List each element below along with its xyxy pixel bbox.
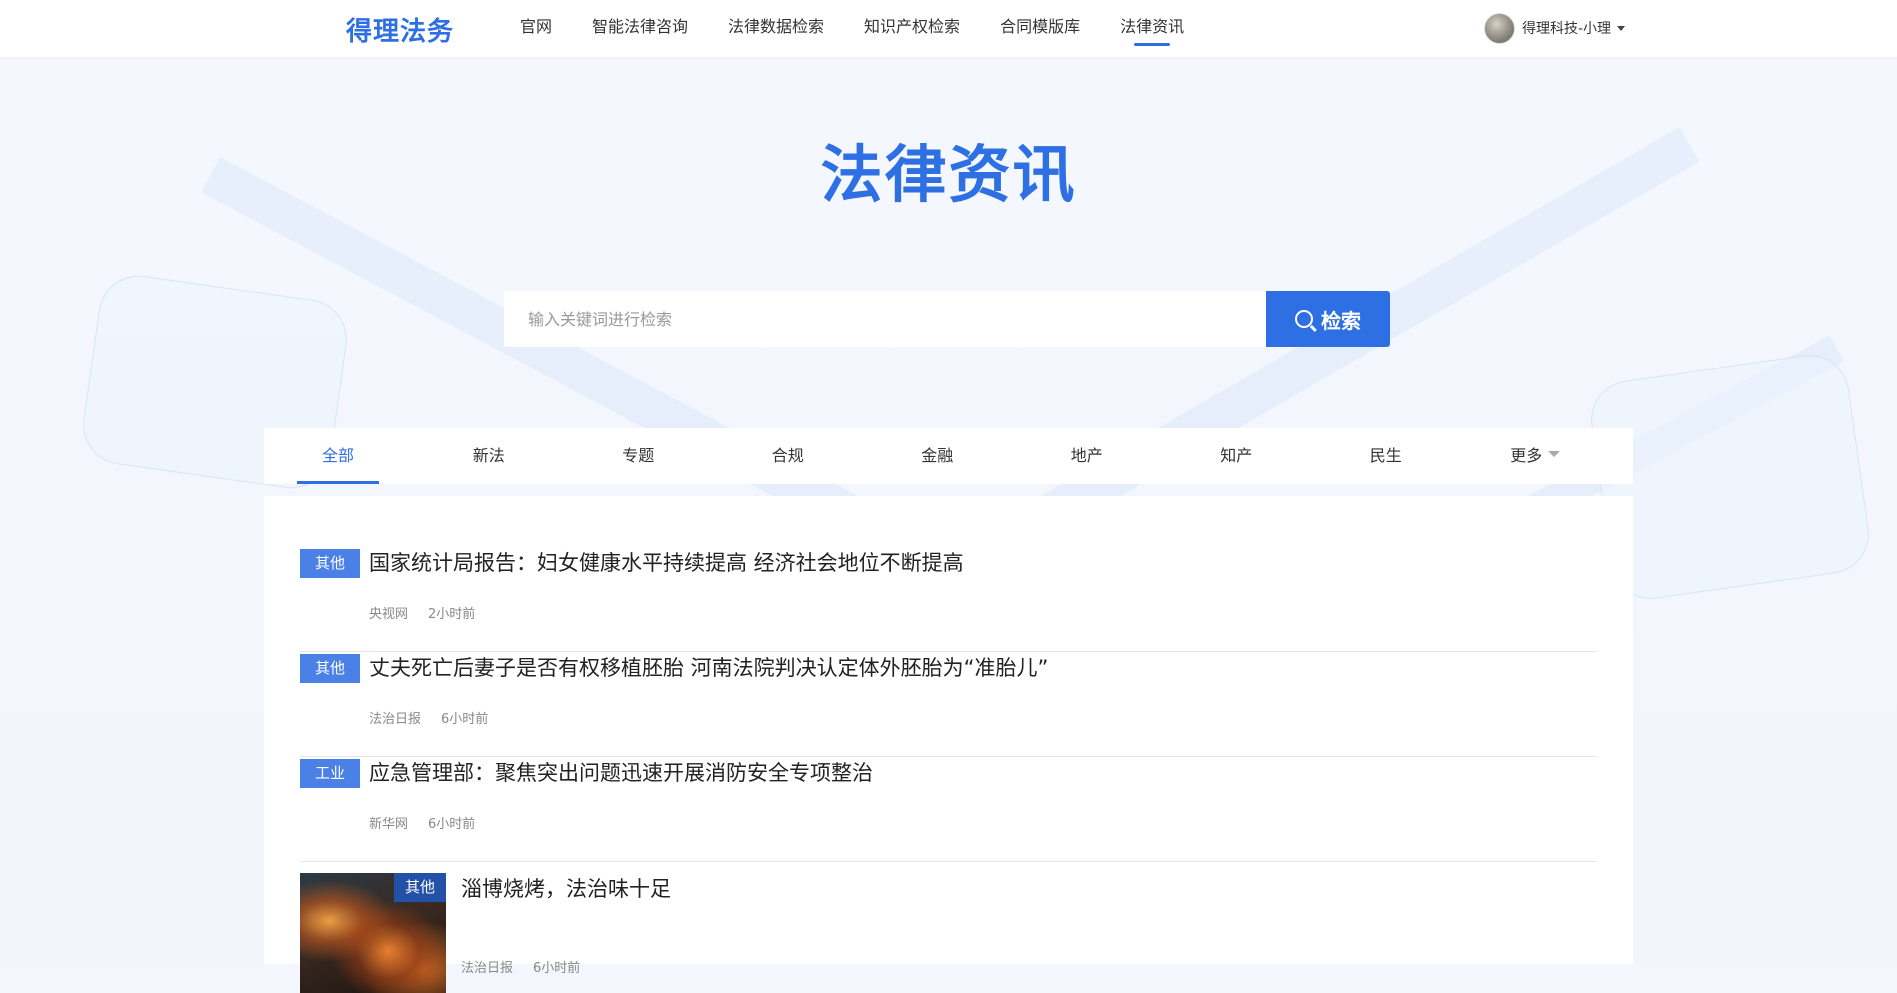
category-tag: 其他 [300,549,360,578]
nav-item-contract-templates[interactable]: 合同模版库 [1000,0,1080,57]
tab-new-law[interactable]: 新法 [414,428,564,484]
chevron-down-icon [1548,450,1561,457]
list-item[interactable]: 工业 应急管理部：聚焦突出问题迅速开展消防安全专项整治 新华网 6小时前 [300,757,1597,862]
main-nav: 官网 智能法律咨询 法律数据检索 知识产权检索 合同模版库 法律资讯 [520,0,1224,57]
tab-ip[interactable]: 知产 [1162,428,1312,484]
nav-item-legal-consult[interactable]: 智能法律咨询 [592,0,688,57]
category-tabs: 全部 新法 专题 合规 金融 地产 知产 民生 更多 [264,428,1633,484]
chevron-down-icon[interactable] [1617,25,1626,31]
news-title[interactable]: 淄博烧烤，法治味十足 [461,873,671,905]
news-source: 新华网 [369,817,409,832]
nav-item-legal-news[interactable]: 法律资讯 [1120,0,1184,57]
nav-item-official-site[interactable]: 官网 [520,0,552,57]
category-tag: 工业 [300,759,360,788]
tab-finance[interactable]: 金融 [863,428,1013,484]
search-bar: 检索 [504,291,1390,347]
category-tag: 其他 [300,654,360,683]
news-meta: 法治日报 6小时前 [369,708,488,727]
news-meta: 法治日报 6小时前 [461,957,580,976]
user-menu[interactable]: 得理科技-小理 [1484,11,1626,45]
user-name[interactable]: 得理科技-小理 [1522,18,1611,38]
search-icon [1295,310,1313,328]
avatar[interactable] [1484,12,1515,44]
nav-item-ip-search[interactable]: 知识产权检索 [864,0,960,57]
news-list: 其他 国家统计局报告：妇女健康水平持续提高 经济社会地位不断提高 央视网 2小时前… [264,496,1633,993]
news-time: 6小时前 [428,817,476,832]
nav-item-legal-search[interactable]: 法律数据检索 [728,0,824,57]
tab-all[interactable]: 全部 [297,428,379,484]
tab-more-label: 更多 [1510,446,1543,465]
news-source: 法治日报 [369,712,422,727]
logo[interactable]: 得理法务 [346,11,454,48]
tab-real-estate[interactable]: 地产 [1012,428,1162,484]
search-button-label: 检索 [1321,308,1361,333]
news-title[interactable]: 应急管理部：聚焦突出问题迅速开展消防安全专项整治 [369,757,873,789]
category-tag: 其他 [394,873,446,902]
news-source: 法治日报 [461,961,514,976]
tab-more[interactable]: 更多 [1461,428,1611,484]
list-item[interactable]: 其他 丈夫死亡后妻子是否有权移植胚胎 河南法院判决认定体外胚胎为“准胎儿” 法治… [300,652,1597,757]
news-title[interactable]: 国家统计局报告：妇女健康水平持续提高 经济社会地位不断提高 [369,547,964,579]
top-header: 得理法务 官网 智能法律咨询 法律数据检索 知识产权检索 合同模版库 法律资讯 … [0,0,1897,57]
news-time: 6小时前 [533,961,581,976]
news-meta: 央视网 2小时前 [369,603,475,622]
page-title: 法律资讯 [820,138,1077,211]
news-title[interactable]: 丈夫死亡后妻子是否有权移植胚胎 河南法院判决认定体外胚胎为“准胎儿” [369,652,1048,684]
news-time: 6小时前 [441,712,489,727]
news-meta: 新华网 6小时前 [369,813,475,832]
news-source: 央视网 [369,607,409,622]
tab-compliance[interactable]: 合规 [713,428,863,484]
tab-livelihood[interactable]: 民生 [1311,428,1461,484]
news-thumbnail[interactable]: 其他 [300,873,446,993]
tab-topics[interactable]: 专题 [564,428,714,484]
list-item[interactable]: 其他 淄博烧烤，法治味十足 法治日报 6小时前 [300,862,1597,993]
search-input[interactable] [504,291,1266,347]
list-item[interactable]: 其他 国家统计局报告：妇女健康水平持续提高 经济社会地位不断提高 央视网 2小时前 [300,547,1597,652]
news-time: 2小时前 [428,607,476,622]
search-button[interactable]: 检索 [1266,291,1390,347]
